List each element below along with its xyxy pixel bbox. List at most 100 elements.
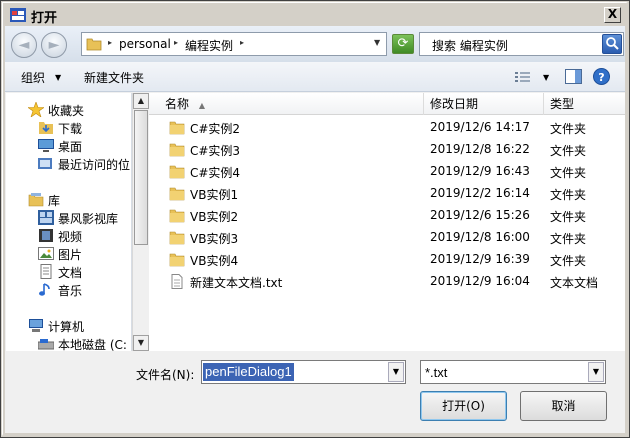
cancel-button[interactable]: 取消	[520, 391, 607, 421]
file-modified: 2019/12/8 16:22	[430, 142, 530, 156]
chevron-down-icon[interactable]: ▼	[55, 73, 61, 82]
navigation-bar: ◄ ► ▸ personal ▸ 编程实例 ▸ ▼ ⟳ 搜索 编程实例	[5, 26, 625, 62]
sidebar-item-label: 视频	[58, 230, 83, 244]
back-button[interactable]: ◄	[11, 32, 37, 58]
file-modified: 2019/12/6 15:26	[430, 208, 530, 222]
download-folder-icon	[39, 122, 53, 134]
navigation-pane: 收藏夹 下载 桌面 最近访问的位 库 暴风影视库 视频 图片 文档 音乐 计算机…	[6, 93, 132, 351]
chevron-right-icon[interactable]: ▸	[240, 38, 244, 47]
folder-icon	[169, 231, 185, 245]
file-type-value: *.txt	[425, 365, 448, 380]
computer-icon	[29, 319, 43, 332]
scroll-thumb[interactable]	[134, 110, 148, 245]
folder-icon	[169, 165, 185, 179]
search-button[interactable]	[602, 34, 622, 54]
refresh-icon: ⟳	[397, 36, 409, 51]
drive-icon	[38, 339, 54, 350]
folder-icon	[169, 121, 185, 135]
close-button[interactable]: X	[604, 7, 621, 23]
app-icon	[10, 8, 26, 22]
file-type: 文件夹	[550, 122, 587, 136]
sidebar-item-label: 计算机	[48, 320, 85, 334]
file-type: 文件夹	[550, 188, 587, 202]
library-icon	[28, 193, 44, 207]
file-type: 文件夹	[550, 166, 587, 180]
sidebar-item-label: 图片	[58, 248, 83, 262]
address-bar[interactable]: ▸ personal ▸ 编程实例 ▸ ▼	[81, 32, 387, 56]
table-row[interactable]: 新建文本文档.txt 2019/12/9 16:04 文本文档	[149, 271, 625, 293]
file-name: VB实例1	[190, 188, 239, 202]
file-name: C#实例3	[190, 144, 241, 158]
dialog-footer: 文件名(N): penFileDialog1 ▼ *.txt ▼ 打开(O) 取…	[5, 351, 625, 433]
open-file-dialog: 打开 X ◄ ► ▸ personal ▸ 编程实例 ▸ ▼ ⟳ 搜索 编程实例	[0, 0, 630, 438]
table-row[interactable]: C#实例4 2019/12/9 16:43 文件夹	[149, 161, 625, 183]
file-modified: 2019/12/8 16:00	[430, 230, 530, 244]
table-row[interactable]: C#实例3 2019/12/8 16:22 文件夹	[149, 139, 625, 161]
music-icon	[39, 283, 50, 296]
file-modified: 2019/12/9 16:43	[430, 164, 530, 178]
file-type: 文件夹	[550, 210, 587, 224]
file-name: VB实例3	[190, 232, 239, 246]
sidebar-item-label: 音乐	[58, 284, 83, 298]
navigation-scrollbar[interactable]: ▲ ▼	[132, 93, 149, 351]
file-type: 文件夹	[550, 254, 587, 268]
folder-icon	[169, 143, 185, 157]
filename-field[interactable]: penFileDialog1 ▼	[201, 360, 406, 384]
star-icon	[28, 102, 44, 117]
folder-icon	[86, 38, 102, 51]
sidebar-item-label: 下载	[58, 122, 83, 136]
filename-input[interactable]: penFileDialog1	[203, 363, 294, 381]
svg-text:?: ?	[598, 71, 604, 84]
table-row[interactable]: VB实例2 2019/12/6 15:26 文件夹	[149, 205, 625, 227]
search-input[interactable]: 搜索 编程实例	[432, 37, 508, 54]
sidebar-item-label: 本地磁盘 (C:	[58, 338, 127, 351]
preview-pane-icon[interactable]	[565, 69, 582, 84]
refresh-button[interactable]: ⟳	[392, 34, 414, 54]
column-header-type[interactable]: 类型	[544, 93, 625, 115]
breadcrumb-personal[interactable]: personal	[119, 37, 171, 51]
open-button[interactable]: 打开(O)	[420, 391, 507, 421]
file-name: 新建文本文档.txt	[190, 276, 283, 290]
file-type: 文本文档	[550, 276, 599, 290]
view-options-icon[interactable]	[515, 71, 531, 83]
new-folder-button[interactable]: 新建文件夹	[84, 69, 144, 86]
file-type-dropdown[interactable]: ▼	[588, 362, 604, 382]
column-header-type-label: 类型	[550, 97, 575, 111]
table-row[interactable]: VB实例4 2019/12/9 16:39 文件夹	[149, 249, 625, 271]
video-icon	[39, 229, 53, 242]
text-file-icon	[171, 274, 183, 289]
chevron-right-icon[interactable]: ▸	[108, 38, 112, 47]
table-row[interactable]: VB实例1 2019/12/2 16:14 文件夹	[149, 183, 625, 205]
file-modified: 2019/12/9 16:39	[430, 252, 530, 266]
column-header-modified[interactable]: 修改日期	[424, 93, 544, 115]
search-icon	[606, 37, 619, 50]
documents-icon	[40, 264, 52, 279]
file-name: VB实例4	[190, 254, 239, 268]
search-box[interactable]: 搜索 编程实例	[419, 32, 624, 56]
scroll-down-button[interactable]: ▼	[133, 335, 149, 351]
filename-history-dropdown[interactable]: ▼	[388, 362, 404, 382]
sidebar-item-label: 桌面	[58, 140, 83, 154]
chevron-right-icon[interactable]: ▸	[174, 38, 178, 47]
file-type-filter[interactable]: *.txt ▼	[420, 360, 606, 384]
table-row[interactable]: VB实例3 2019/12/8 16:00 文件夹	[149, 227, 625, 249]
organize-menu[interactable]: 组织	[21, 69, 45, 86]
help-icon[interactable]: ?	[593, 68, 610, 85]
chevron-down-icon[interactable]: ▼	[543, 73, 549, 82]
sidebar-item-label: 文档	[58, 266, 83, 280]
desktop-icon	[38, 139, 54, 152]
chevron-down-icon[interactable]: ▼	[374, 38, 380, 47]
column-header-name[interactable]: 名称 ▲	[149, 93, 424, 115]
file-list: 名称 ▲ 修改日期 类型 C#实例2 2019/12/6 14:17 文件夹 C#实例…	[149, 93, 625, 351]
table-row[interactable]: C#实例2 2019/12/6 14:17 文件夹	[149, 117, 625, 139]
file-list-header: 名称 ▲ 修改日期 类型	[149, 93, 625, 115]
title-bar[interactable]: 打开 X	[5, 5, 625, 26]
sidebar-item-label: 库	[48, 194, 61, 208]
file-modified: 2019/12/9 16:04	[430, 274, 530, 288]
breadcrumb-current[interactable]: 编程实例	[185, 37, 233, 54]
sort-ascending-icon: ▲	[198, 101, 205, 110]
scroll-up-button[interactable]: ▲	[133, 93, 149, 109]
forward-button[interactable]: ►	[41, 32, 67, 58]
command-bar: 组织 ▼ 新建文件夹 ▼ ?	[5, 62, 625, 92]
window-title: 打开	[31, 11, 58, 26]
